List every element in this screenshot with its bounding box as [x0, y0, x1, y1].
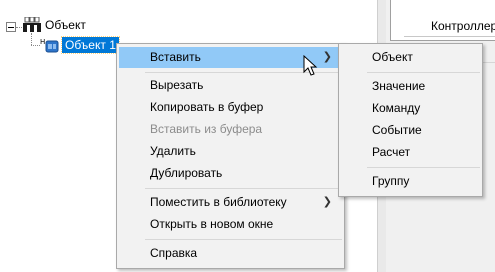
- submenu-item-group[interactable]: Группу: [341, 171, 480, 192]
- tree-connector: [31, 45, 40, 46]
- properties-header: Контроллер :: [390, 0, 495, 41]
- submenu-item-object[interactable]: Объект: [341, 47, 480, 68]
- menu-item-add-to-library[interactable]: Поместить в библиотеку ❯: [119, 192, 342, 213]
- tree-node-root[interactable]: Объект: [22, 17, 86, 33]
- chevron-right-icon: ❯: [322, 51, 332, 63]
- submenu-item-value[interactable]: Значение: [341, 76, 480, 97]
- menu-item-label: Справка: [150, 246, 198, 260]
- menu-separator: [367, 167, 480, 168]
- menu-item-label: Вырезать: [150, 78, 204, 92]
- menu-item-label: Удалить: [150, 144, 196, 158]
- tree-connector: [31, 33, 32, 45]
- chevron-right-icon: ❯: [322, 196, 332, 208]
- submenu-item-event[interactable]: Событие: [341, 120, 480, 141]
- controller-divider: [404, 36, 495, 37]
- menu-item-paste: Вставить из буфера: [119, 119, 342, 140]
- menu-item-open-new-window[interactable]: Открыть в новом окне: [119, 214, 342, 235]
- insert-submenu: Объект Значение Команду Событие Расчет Г…: [338, 43, 483, 197]
- menu-separator: [367, 72, 480, 73]
- menu-item-label: Вставить из буфера: [150, 122, 263, 136]
- menu-item-label: Событие: [372, 123, 422, 137]
- mouse-cursor-icon: [303, 55, 318, 76]
- menu-item-label: Открыть в новом окне: [150, 217, 274, 231]
- menu-item-label: Вставить: [150, 50, 201, 64]
- menu-item-label: Значение: [372, 79, 426, 93]
- submenu-item-calculation[interactable]: Расчет: [341, 142, 480, 163]
- menu-item-label: Поместить в библиотеку: [150, 195, 287, 209]
- menu-item-help[interactable]: Справка: [119, 243, 342, 264]
- menu-item-label: Команду: [372, 101, 421, 115]
- menu-item-label: Объект: [372, 50, 413, 64]
- menu-item-cut[interactable]: Вырезать: [119, 75, 342, 96]
- object-item-icon: H: [40, 38, 59, 53]
- menu-item-label: Дублировать: [150, 166, 223, 180]
- menu-item-delete[interactable]: Удалить: [119, 141, 342, 162]
- svg-text:H: H: [40, 38, 45, 46]
- object-group-icon: [23, 17, 41, 32]
- submenu-item-command[interactable]: Команду: [341, 98, 480, 119]
- menu-separator: [145, 188, 342, 189]
- menu-separator: [145, 239, 342, 240]
- tree-node-child[interactable]: H Объект 1: [40, 36, 120, 54]
- tree-node-root-label: Объект: [45, 18, 86, 32]
- tree-node-child-label: Объект 1: [61, 36, 120, 54]
- menu-item-label: Копировать в буфер: [150, 100, 264, 114]
- menu-item-copy[interactable]: Копировать в буфер: [119, 97, 342, 118]
- menu-item-label: Расчет: [372, 145, 411, 159]
- menu-item-label: Группу: [372, 174, 410, 188]
- controller-label: Контроллер :: [431, 19, 495, 33]
- collapse-toggle-button[interactable]: [6, 22, 16, 32]
- menu-item-duplicate[interactable]: Дублировать: [119, 163, 342, 184]
